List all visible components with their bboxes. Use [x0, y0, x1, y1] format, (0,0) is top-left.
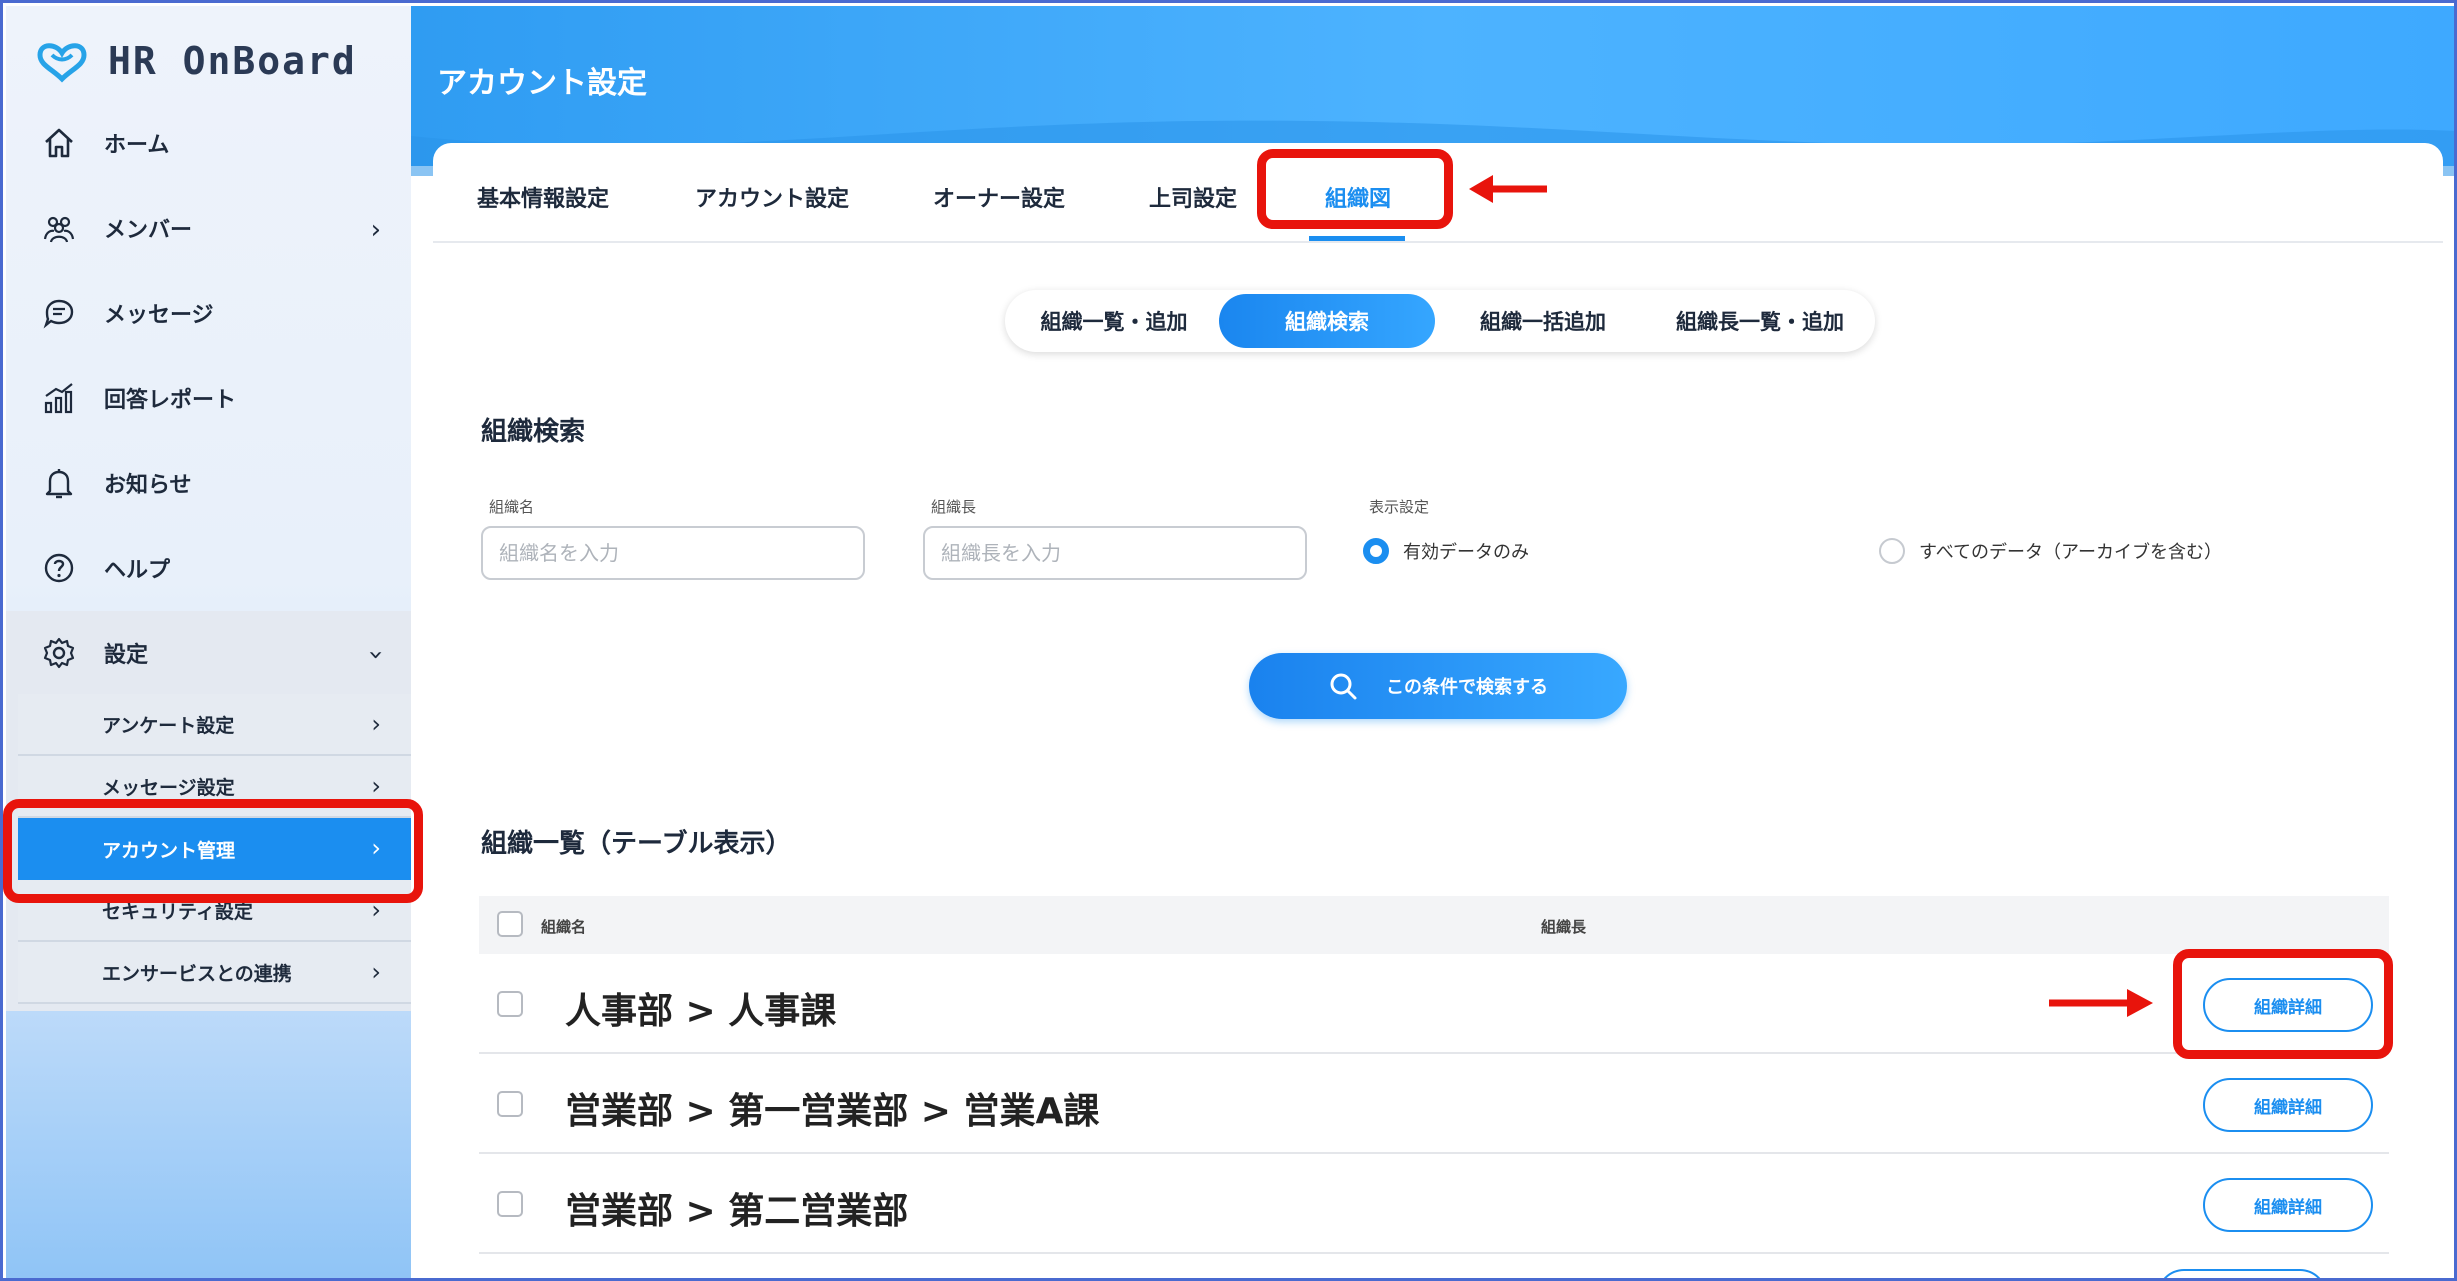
sidebar-item-label: メンバー [104, 218, 193, 243]
radio-label: 有効データのみ [1403, 542, 1529, 563]
search-button[interactable]: この条件で検索する [1249, 653, 1627, 719]
segment-org-bulk-add[interactable]: 組織一括追加 [1437, 294, 1649, 348]
display-setting-label: 表示設定 [1369, 498, 1430, 516]
sidebar-item-help[interactable]: ヘルプ [6, 533, 411, 603]
sidebar: HR OnBoard ホーム メンバー › メッセージ 回答レポート お知らせ … [6, 6, 411, 1278]
tab-account[interactable]: アカウント設定 [695, 181, 849, 213]
row-checkbox[interactable] [497, 1091, 523, 1117]
help-icon [40, 549, 78, 587]
sidebar-item-settings[interactable]: 設定 › [6, 618, 411, 688]
chevron-right-icon: › [371, 958, 381, 986]
row-org-name: 営業部 > 第一営業部 > 営業A課 [565, 1091, 1100, 1132]
radio-label: すべてのデータ（アーカイブを含む） [1919, 542, 2222, 563]
sidebar-item-notices[interactable]: お知らせ [6, 448, 411, 518]
org-detail-button-partial[interactable] [2157, 1269, 2327, 1278]
table-row: 営業部 > 第一営業部 > 営業A課 組織詳細 [479, 1054, 2389, 1154]
sidebar-item-label: ホーム [104, 133, 170, 158]
chevron-right-icon: › [371, 772, 381, 800]
select-all-checkbox[interactable] [497, 911, 523, 937]
sidebar-subitem-survey[interactable]: アンケート設定 › [18, 694, 411, 756]
highlight-box-detail [2173, 949, 2393, 1059]
report-icon [40, 379, 78, 417]
bell-icon [40, 464, 78, 502]
content-card: 基本情報設定 アカウント設定 オーナー設定 上司設定 組織図 組織一覧・追加 組… [433, 143, 2443, 1278]
segmented-control: 組織一覧・追加 組織検索 組織一括追加 組織長一覧・追加 [1005, 290, 1875, 352]
app-logo[interactable]: HR OnBoard [34, 36, 357, 86]
gear-icon [40, 634, 78, 672]
search-icon [1330, 673, 1357, 700]
radio-dot [1879, 538, 1905, 564]
org-name-input[interactable] [481, 526, 865, 580]
org-name-label: 組織名 [489, 498, 535, 516]
sidebar-item-label: ヘルプ [104, 558, 171, 583]
red-arrow-left-icon [1469, 175, 1547, 203]
sidebar-item-label: 回答レポート [104, 388, 237, 413]
column-org-name: 組織名 [541, 918, 587, 936]
search-section-title: 組織検索 [481, 417, 586, 447]
sidebar-item-report[interactable]: 回答レポート [6, 363, 411, 433]
sidebar-subitem-label: メッセージ設定 [102, 776, 235, 799]
logo-icon [37, 43, 87, 83]
org-head-input[interactable] [923, 526, 1307, 580]
sidebar-item-label: メッセージ [104, 303, 214, 328]
org-detail-button[interactable]: 組織詳細 [2203, 1078, 2373, 1132]
row-checkbox[interactable] [497, 991, 523, 1017]
row-org-name: 人事部 > 人事課 [565, 991, 837, 1032]
sidebar-item-messages[interactable]: メッセージ [6, 278, 411, 348]
home-icon [40, 124, 78, 162]
row-org-name: 営業部 > 第二営業部 [565, 1191, 909, 1232]
page-title: アカウント設定 [437, 66, 647, 101]
members-icon [40, 209, 78, 247]
radio-all-data[interactable]: すべてのデータ（アーカイブを含む） [1879, 538, 2222, 564]
sidebar-item-members[interactable]: メンバー › [6, 193, 411, 263]
sidebar-item-home[interactable]: ホーム [6, 108, 411, 178]
tab-owner[interactable]: オーナー設定 [933, 181, 1065, 213]
sidebar-item-label: 設定 [104, 643, 149, 668]
segment-org-list[interactable]: 組織一覧・追加 [1011, 294, 1217, 348]
segment-head-list[interactable]: 組織長一覧・追加 [1651, 294, 1869, 348]
chevron-right-icon: › [370, 215, 381, 245]
segment-org-search[interactable]: 組織検索 [1219, 294, 1435, 348]
org-head-label: 組織長 [931, 498, 977, 516]
chevron-down-icon: › [360, 649, 391, 661]
message-icon [40, 294, 78, 332]
sidebar-item-label: お知らせ [104, 473, 192, 498]
page-header: アカウント設定 [411, 6, 2454, 176]
row-checkbox[interactable] [497, 1191, 523, 1217]
active-tab-indicator [1309, 236, 1405, 241]
sidebar-subitem-integration[interactable]: エンサービスとの連携 › [18, 942, 411, 1004]
highlight-box-account [3, 799, 423, 903]
org-detail-button[interactable]: 組織詳細 [2203, 1178, 2373, 1232]
tab-basic-info[interactable]: 基本情報設定 [477, 181, 609, 213]
sidebar-subitem-label: エンサービスとの連携 [102, 962, 292, 985]
screenshot-frame: HR OnBoard ホーム メンバー › メッセージ 回答レポート お知らせ … [0, 0, 2457, 1281]
sidebar-subitem-label: アンケート設定 [102, 714, 235, 737]
column-org-head: 組織長 [1541, 918, 1587, 936]
search-button-label: この条件で検索する [1386, 677, 1548, 698]
chevron-right-icon: › [371, 710, 381, 738]
radio-active-only[interactable]: 有効データのみ [1363, 538, 1529, 564]
red-arrow-right-icon [2049, 989, 2153, 1017]
table-section-title: 組織一覧（テーブル表示） [481, 829, 792, 859]
table-row: 営業部 > 第二営業部 組織詳細 [479, 1154, 2389, 1254]
table-header: 組織名 組織長 [479, 896, 2389, 954]
highlight-box-tab [1257, 149, 1453, 229]
radio-dot-selected [1363, 538, 1389, 564]
app-name: HR OnBoard [108, 39, 357, 83]
tab-boss[interactable]: 上司設定 [1149, 181, 1237, 213]
